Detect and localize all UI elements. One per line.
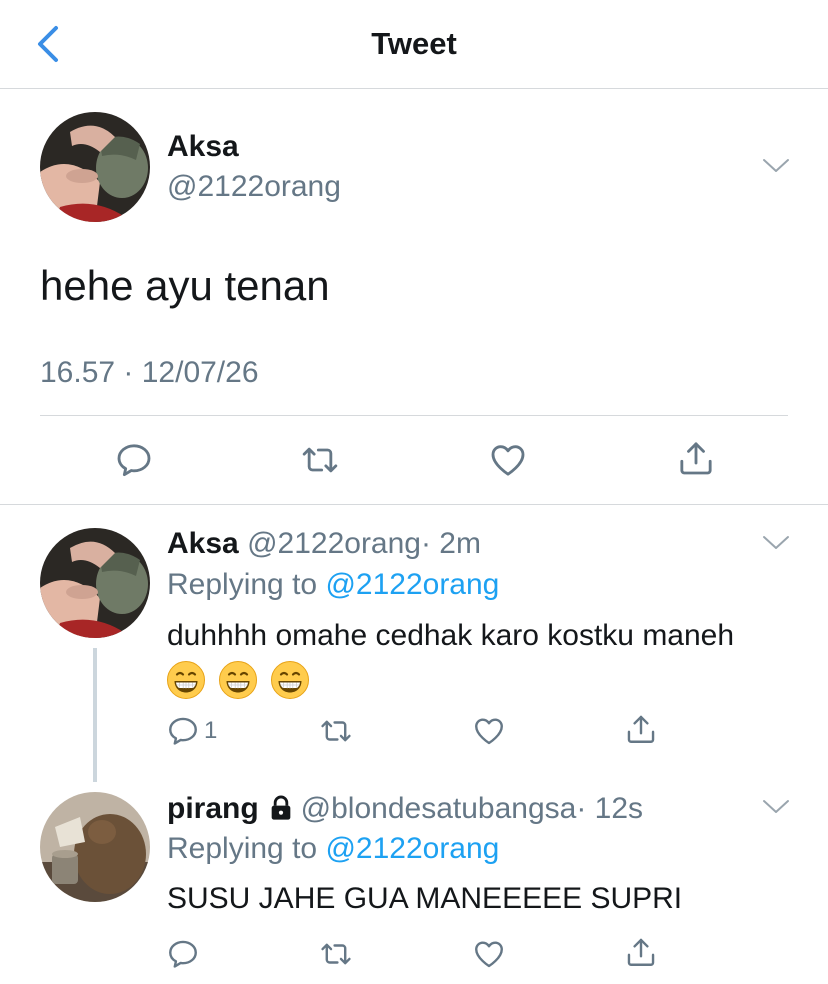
reply-text: duhhhh omahe cedhak karo kostku maneh [167,619,735,652]
divider [0,504,828,505]
avatar[interactable] [40,112,150,222]
heart-icon [471,937,507,971]
chevron-down-icon [762,158,790,174]
grinning-face-icon [218,660,258,700]
chevron-down-icon [762,799,790,815]
like-button[interactable] [471,714,507,748]
reply-button[interactable] [114,440,154,480]
share-icon [624,712,658,746]
replying-to-link[interactable]: @2122orang [325,568,499,601]
share-button[interactable] [624,712,658,746]
reply-time: · 12s [576,792,644,825]
reply-avatar[interactable] [40,528,150,638]
like-button[interactable] [487,440,529,480]
replying-to-label: Replying to [167,832,326,865]
reply-author-name[interactable]: Aksa [167,527,239,560]
retweet-button[interactable] [318,714,354,748]
reply-header: pirang @blondesatubangsa· 12s [167,792,643,826]
grinning-face-icon [270,660,310,700]
author-name[interactable]: Aksa [167,130,239,164]
retweet-icon [318,937,354,971]
reply-author-handle[interactable]: @blondesatubangsa [301,792,577,825]
share-button[interactable] [624,935,658,969]
replying-to: Replying to @2122orang [167,832,499,866]
share-button[interactable] [676,438,716,478]
replying-to-link[interactable]: @2122orang [325,832,499,865]
reply-options-button[interactable] [762,799,790,815]
page-title: Tweet [371,26,457,61]
reply-icon [166,714,200,748]
avatar-photo [40,112,150,222]
like-button[interactable] [471,937,507,971]
reply-text: SUSU JAHE GUA MANEEEEE SUPRI [167,882,683,915]
reply-author-name[interactable]: pirang [167,792,259,825]
emoji-row [166,660,310,700]
tweet-text: hehe ayu tenan [40,262,330,309]
grinning-face-icon [166,660,206,700]
tweet-options-button[interactable] [762,158,790,174]
share-icon [624,935,658,969]
reply-avatar[interactable] [40,792,150,902]
reply-count: 1 [204,717,218,744]
retweet-icon [318,714,354,748]
thread-connector [93,648,97,782]
reply-button[interactable]: 1 [166,714,217,748]
reply-icon [114,440,154,480]
retweet-button[interactable] [318,937,354,971]
heart-icon [487,440,529,480]
reply-icon [166,937,200,971]
replying-to: Replying to @2122orang [167,568,499,602]
reply-options-button[interactable] [762,535,790,551]
reply-header: Aksa @2122orang· 2m [167,527,481,561]
heart-icon [471,714,507,748]
chevron-down-icon [762,535,790,551]
retweet-button[interactable] [299,440,341,480]
lock-icon [271,795,291,820]
reply-time: · 2m [420,527,481,560]
tweet-timestamp: 16.57 · 12/07/26 [40,356,259,389]
replying-to-label: Replying to [167,568,326,601]
reply-author-handle[interactable]: @2122orang [247,527,421,560]
avatar-photo [40,528,150,638]
reply-button[interactable] [166,937,200,971]
retweet-icon [299,440,341,480]
top-nav-bar: Tweet [0,0,828,89]
divider [40,415,788,416]
share-icon [676,438,716,478]
avatar-photo [40,792,150,902]
author-handle[interactable]: @2122orang [167,170,341,204]
